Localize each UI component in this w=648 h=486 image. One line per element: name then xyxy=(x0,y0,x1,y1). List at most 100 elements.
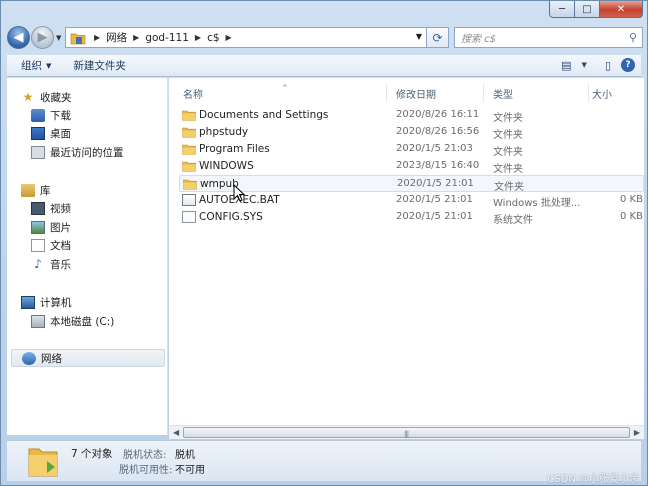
sidebar-item-documents[interactable]: 文档 xyxy=(31,236,71,254)
horizontal-scrollbar[interactable]: ◀ ||| ▶ xyxy=(169,425,644,439)
table-row[interactable]: wmpub 2020/1/5 21:01 文件夹 xyxy=(179,175,644,193)
column-header-size[interactable]: 大小 xyxy=(589,84,644,102)
command-bar: 组织 ▼ 新建文件夹 ▤ ▼ ▯ ? xyxy=(7,55,641,77)
file-type: 文件夹 xyxy=(493,130,523,141)
file-name: CONFIG.SYS xyxy=(199,211,263,223)
sidebar-item-pictures[interactable]: 图片 xyxy=(31,218,71,236)
new-folder-label: 新建文件夹 xyxy=(73,60,126,72)
address-dropdown-icon[interactable]: ▼ xyxy=(416,32,422,41)
navigation-bar: ◀ ▶ ▼ ▶ 网络 ▶ god-111 ▶ c$ ▶ ▼ ⟳ 搜索 c$ ⚲ xyxy=(7,25,643,51)
offline-availability-label: 脱机可用性: xyxy=(119,465,173,476)
sidebar-item-favorites[interactable]: ★ 收藏夹 xyxy=(21,88,72,106)
computer-icon xyxy=(21,295,35,309)
sidebar-item-label: 网络 xyxy=(41,352,62,365)
navigation-pane: ★ 收藏夹 下载 桌面 最近访问的位置 库 视频 图片 文档 ♪ 音乐 计算机 … xyxy=(7,78,168,435)
sidebar-item-desktop[interactable]: 桌面 xyxy=(31,124,71,142)
close-button[interactable]: ✕ xyxy=(600,1,643,18)
breadcrumb-separator-icon[interactable]: ▶ xyxy=(133,33,139,42)
new-folder-button[interactable]: 新建文件夹 xyxy=(73,58,126,73)
file-name: Program Files xyxy=(199,143,270,155)
network-folder-icon xyxy=(70,33,86,44)
network-folder-large-icon xyxy=(28,448,58,477)
address-bar[interactable]: ▶ 网络 ▶ god-111 ▶ c$ ▶ ▼ xyxy=(65,27,427,48)
folder-icon xyxy=(182,144,196,155)
offline-status-label: 脱机状态: xyxy=(123,450,167,461)
sidebar-item-videos[interactable]: 视频 xyxy=(31,199,71,217)
recent-places-icon xyxy=(31,145,45,159)
column-header-name[interactable]: 名称 ^ xyxy=(169,84,387,102)
folder-icon xyxy=(182,110,196,121)
column-header-label: 名称 xyxy=(183,89,203,101)
search-input[interactable]: 搜索 c$ ⚲ xyxy=(454,27,643,48)
table-row[interactable]: AUTOEXEC.BAT 2020/1/5 21:01 Windows 批处理.… xyxy=(179,192,644,209)
breadcrumb-host[interactable]: god-111 xyxy=(145,32,189,44)
breadcrumb-network[interactable]: 网络 xyxy=(106,30,127,45)
column-header-type[interactable]: 类型 xyxy=(484,84,589,102)
scroll-left-icon[interactable]: ◀ xyxy=(173,428,179,437)
file-type: 文件夹 xyxy=(493,113,523,124)
column-header-label: 大小 xyxy=(592,89,612,101)
maximize-button[interactable]: □ xyxy=(575,1,600,18)
table-row[interactable]: Program Files 2020/1/5 21:03 文件夹 xyxy=(179,141,644,158)
folder-icon xyxy=(183,179,197,190)
help-icon[interactable]: ? xyxy=(621,58,635,72)
back-button[interactable]: ◀ xyxy=(7,26,30,49)
sidebar-item-label: 图片 xyxy=(50,221,71,234)
table-row[interactable]: phpstudy 2020/8/26 16:56 文件夹 xyxy=(179,124,644,141)
file-size: 0 KB xyxy=(620,194,643,205)
file-date: 2020/1/5 21:03 xyxy=(396,143,473,154)
organize-button[interactable]: 组织 ▼ xyxy=(21,58,51,73)
sidebar-item-recent-places[interactable]: 最近访问的位置 xyxy=(31,143,124,161)
sort-ascending-icon: ^ xyxy=(282,84,288,92)
sidebar-item-label: 收藏夹 xyxy=(40,91,72,104)
file-type: 文件夹 xyxy=(494,182,524,193)
forward-button[interactable]: ▶ xyxy=(31,26,54,49)
breadcrumb-share[interactable]: c$ xyxy=(207,32,219,44)
sidebar-item-downloads[interactable]: 下载 xyxy=(31,106,71,124)
details-pane: 7 个对象 脱机状态: 脱机 脱机可用性: 不可用 xyxy=(7,440,641,481)
file-date: 2020/1/5 21:01 xyxy=(396,194,473,205)
sidebar-item-label: 库 xyxy=(40,184,51,197)
desktop-icon xyxy=(31,126,45,140)
network-icon xyxy=(22,351,36,365)
organize-label: 组织 xyxy=(21,60,42,72)
scrollbar-thumb[interactable]: ||| xyxy=(183,427,630,438)
file-type: Windows 批处理... xyxy=(493,198,581,209)
sidebar-item-label: 文档 xyxy=(50,239,71,252)
file-date: 2020/8/26 16:11 xyxy=(396,109,480,120)
sidebar-item-music[interactable]: ♪ 音乐 xyxy=(31,255,71,273)
scroll-right-icon[interactable]: ▶ xyxy=(634,428,640,437)
chevron-down-icon[interactable]: ▼ xyxy=(582,61,587,69)
video-library-icon xyxy=(31,201,45,215)
recent-pages-dropdown-icon[interactable]: ▼ xyxy=(56,34,61,42)
column-header-date[interactable]: 修改日期 xyxy=(387,84,484,102)
file-size: 0 KB xyxy=(620,211,643,222)
preview-pane-icon[interactable]: ▯ xyxy=(605,59,611,72)
table-row[interactable]: Documents and Settings 2020/8/26 16:11 文… xyxy=(179,107,644,124)
breadcrumb-separator-icon[interactable]: ▶ xyxy=(94,33,100,42)
picture-library-icon xyxy=(31,220,45,234)
search-icon[interactable]: ⚲ xyxy=(629,31,637,44)
change-view-icon[interactable]: ▤ xyxy=(561,59,571,72)
sidebar-item-local-disk[interactable]: 本地磁盘 (C:) xyxy=(31,312,114,330)
file-type: 系统文件 xyxy=(493,215,533,226)
breadcrumb-separator-icon[interactable]: ▶ xyxy=(226,33,232,42)
sidebar-item-label: 下载 xyxy=(50,109,71,122)
sidebar-item-network[interactable]: 网络 xyxy=(11,349,165,367)
grip-icon: ||| xyxy=(404,430,409,438)
breadcrumb-separator-icon[interactable]: ▶ xyxy=(195,33,201,42)
table-row[interactable]: CONFIG.SYS 2020/1/5 21:01 系统文件 0 KB xyxy=(179,209,644,226)
file-type: 文件夹 xyxy=(493,164,523,175)
sidebar-item-libraries[interactable]: 库 xyxy=(21,181,51,199)
chevron-down-icon: ▼ xyxy=(46,61,52,70)
refresh-button[interactable]: ⟳ xyxy=(427,27,449,48)
window-controls: ─ □ ✕ xyxy=(549,1,643,18)
downloads-folder-icon xyxy=(31,108,45,122)
mouse-cursor-icon xyxy=(233,184,245,202)
music-note-icon: ♪ xyxy=(34,256,42,271)
table-row[interactable]: WINDOWS 2023/8/15 16:40 文件夹 xyxy=(179,158,644,175)
minimize-button[interactable]: ─ xyxy=(549,1,575,18)
sidebar-item-computer[interactable]: 计算机 xyxy=(21,293,72,311)
sidebar-item-label: 音乐 xyxy=(50,258,71,271)
file-date: 2020/8/26 16:56 xyxy=(396,126,480,137)
